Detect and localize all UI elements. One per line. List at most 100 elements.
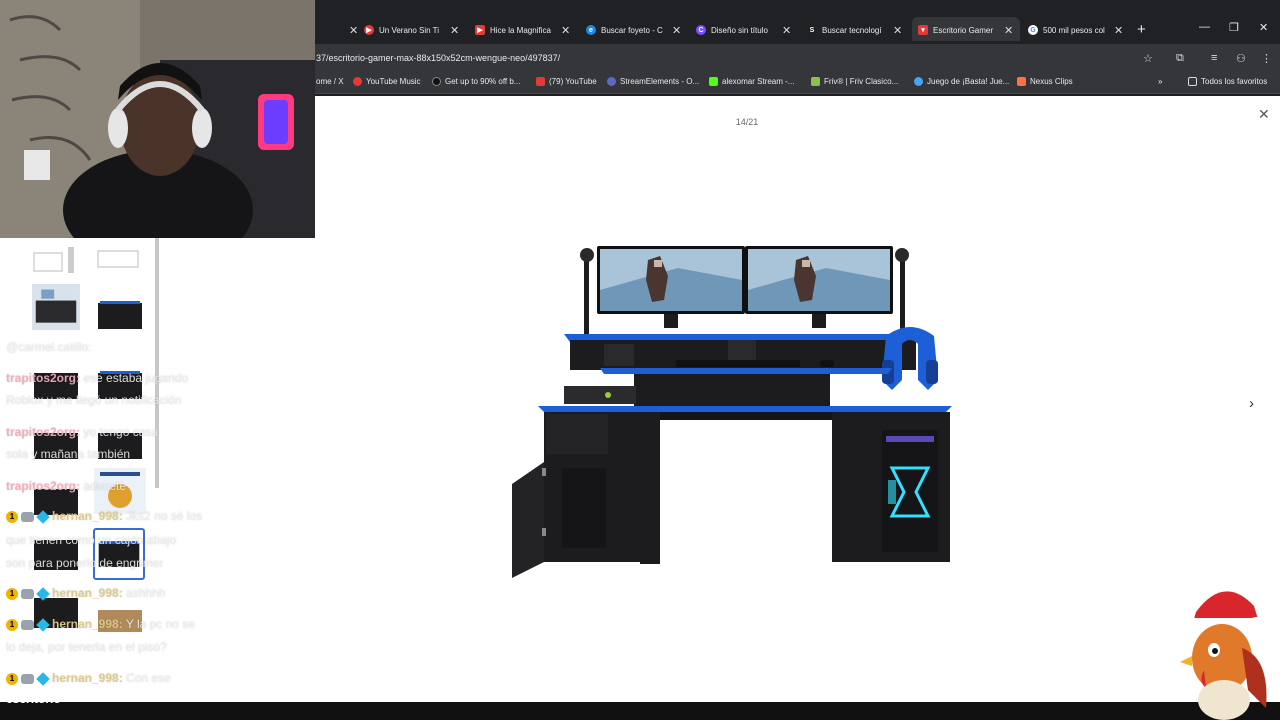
image-counter: 14/21 [735,117,759,127]
tab-4[interactable]: S Buscar tecnologí ✕ [807,21,902,39]
close-icon[interactable]: ✕ [349,24,358,37]
thumbnail-image[interactable] [94,238,146,284]
chat-line: sola y mañana también [6,443,130,465]
bookmarks-overflow-icon[interactable]: » [1158,77,1162,86]
close-icon[interactable]: ✕ [893,24,902,37]
bookmark-item[interactable]: (79) YouTube [536,77,597,86]
bookmark-item[interactable]: Get up to 90% off b... [432,77,520,86]
streamelements-icon [607,77,616,86]
s-icon: S [807,25,817,35]
youtube-music-icon [353,77,362,86]
stream-caption: escritorio [6,692,61,706]
extensions-icon[interactable]: ⧉ [1176,52,1184,65]
bookmark-label: Juego de ¡Basta! Jue... [927,77,1010,86]
close-icon[interactable]: ✕ [450,24,459,37]
store-icon: ▾ [918,25,928,35]
chat-line: trapitos2org: ese estaba jugando [6,367,188,389]
thumbnail-scrollbar[interactable] [155,238,159,488]
chat-text: son para ponerlo de engrimer [6,556,164,570]
profile-icon[interactable]: ⚇ [1236,52,1246,65]
tab-close-partial[interactable]: ✕ [340,21,358,39]
chat-text: lo deja, por tenerla en el piso? [6,640,167,654]
tab-title: Diseño sin título [711,25,768,35]
chat-text: ese estaba jugando [83,371,189,385]
star-icon[interactable]: ☆ [1143,52,1153,65]
bookmark-label: (79) YouTube [549,77,597,86]
thumbnail-image[interactable] [94,290,146,336]
chat-line: son para ponerlo de engrimer [6,552,163,574]
chat-username: trapitos2org: [6,479,81,493]
chat-text: @carmel.catillo: [6,340,92,354]
tab-3[interactable]: C Diseño sin título ✕ [696,21,791,39]
chat-line: 1 hernan_998: ashhhh [6,582,165,604]
tab-1[interactable]: ▶ Hice la Magnifica ✕ [475,21,570,39]
thumbnail-image[interactable] [30,284,82,330]
gamepad-badge-icon [21,673,34,684]
chat-line: 1 hernan_998: Con ese [6,667,171,689]
gaming-desk-image [512,246,952,578]
close-icon[interactable]: ✕ [1004,24,1013,37]
close-icon[interactable]: ✕ [561,24,570,37]
bookmark-item[interactable]: Friv® | Friv Clasico... [811,77,898,86]
thumbnail-image[interactable] [30,238,82,284]
chat-text: sola y mañana también [6,447,131,461]
friv-icon [811,77,820,86]
window-close-button[interactable]: ✕ [1259,21,1268,34]
chat-line: lo deja, por tenerla en el piso? [6,636,167,658]
bookmark-label: StreamElements - O... [620,77,700,86]
tab-6[interactable]: G 500 mil pesos col ✕ [1028,21,1123,39]
chat-text: Y la pc no se [125,617,195,631]
close-viewer-button[interactable]: ✕ [1258,106,1270,123]
screen: ✕ ▶ Un Verano Sin Ti ✕ ▶ Hice la Magnifi… [0,0,1280,720]
bookmark-item[interactable]: Nexus Clips [1017,77,1073,86]
globe-icon [914,77,923,86]
chat-text: que tienen como un cajón abajo [6,533,177,547]
chat-username: hernan_998: [52,671,123,685]
rooster-mascot-icon [1180,591,1267,720]
chat-text: Con ese [126,671,171,685]
tab-title: Buscar foyeto - C [601,25,663,35]
all-bookmarks-button[interactable]: Todos los favoritos [1188,77,1267,86]
google-icon: G [1028,25,1038,35]
bookmark-label: YouTube Music [366,77,421,86]
webcam-overlay [0,0,315,238]
stream-bottom-bar [0,702,1280,720]
media-control-icon[interactable]: ≡ [1211,52,1217,64]
chat-line: trapitos2org: aducete [6,475,126,497]
bookmark-item[interactable]: StreamElements - O... [607,77,699,86]
chat-line: 1 hernan_998: Y la pc no se [6,613,195,635]
all-bookmarks-label: Todos los favoritos [1201,77,1268,86]
menu-icon[interactable]: ⋮ [1261,52,1272,65]
chat-text: Roblox y me llegó un notificación [6,393,182,407]
bookmark-item[interactable]: ome / X [316,77,344,86]
cube-badge-icon [36,587,50,601]
cube-badge-icon [36,510,50,524]
edge-icon: e [586,25,596,35]
chat-line: trapitos2org: yo tengo casa [6,421,158,443]
minimize-button[interactable]: — [1199,21,1210,33]
close-icon[interactable]: ✕ [782,24,791,37]
tab-title: Buscar tecnologí [822,25,882,35]
next-image-button[interactable]: › [1249,395,1254,412]
tab-2[interactable]: e Buscar foyeto - C ✕ [586,21,681,39]
restore-button[interactable]: ❐ [1229,21,1239,34]
subscriber-badge-icon: 1 [6,510,18,523]
bookmark-item[interactable]: YouTube Music [353,77,421,86]
close-icon[interactable]: ✕ [1114,24,1123,37]
chat-line: 1 hernan_998: Jks2 no sé los [6,505,202,527]
close-icon[interactable]: ✕ [672,24,681,37]
tab-title: Un Verano Sin Ti [379,25,440,35]
youtube-icon [536,77,545,86]
address-bar[interactable]: 37/escritorio-gamer-max-88x150x52cm-weng… [316,53,560,63]
chat-username: hernan_998: [52,617,123,631]
tab-0[interactable]: ▶ Un Verano Sin Ti ✕ [364,21,459,39]
tab-5-active[interactable]: ▾ Escritorio Gamer ✕ [918,21,1013,39]
tab-title: Escritorio Gamer [933,25,994,35]
youtube-icon: ▶ [475,25,485,35]
chat-username: trapitos2org: [6,371,81,385]
bookmark-item[interactable]: Juego de ¡Basta! Jue... [914,77,1009,86]
bookmark-item[interactable]: alexomar Stream -... [709,77,794,86]
new-tab-button[interactable]: + [1137,21,1146,38]
bookmark-label: Get up to 90% off b... [445,77,521,86]
chat-line: que tienen como un cajón abajo [6,529,176,551]
